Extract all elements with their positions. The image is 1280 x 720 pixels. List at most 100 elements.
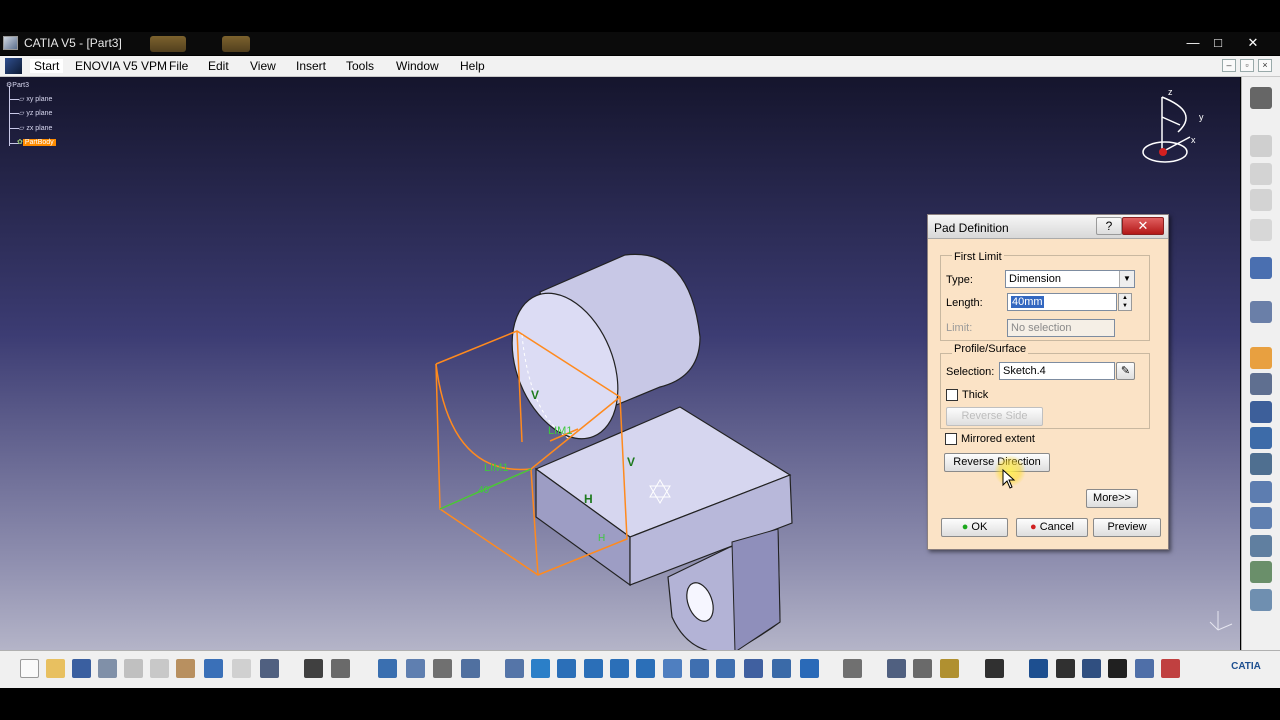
table-icon[interactable]: [378, 659, 397, 678]
inertia-icon[interactable]: [913, 659, 932, 678]
pad-icon[interactable]: [1250, 347, 1272, 369]
catia-app-icon: [3, 36, 18, 50]
zoom-out-icon[interactable]: [636, 659, 655, 678]
ok-button[interactable]: ● OK: [941, 518, 1008, 537]
menu-window[interactable]: Window: [396, 59, 439, 73]
cancel-label: Cancel: [1039, 521, 1074, 533]
menu-file[interactable]: File: [169, 59, 188, 73]
view-icon[interactable]: [1250, 163, 1272, 185]
rib-icon[interactable]: [1250, 481, 1272, 503]
catia-brand-icon: CATIA: [1226, 655, 1266, 679]
more-button[interactable]: More>>: [1086, 489, 1138, 508]
window-titlebar: CATIA V5 - [Part3] — □ ✕: [0, 32, 1280, 55]
iso-view-icon[interactable]: [716, 659, 735, 678]
open-icon[interactable]: [46, 659, 65, 678]
stiffener-icon[interactable]: [1250, 535, 1272, 557]
hole-icon[interactable]: [1250, 427, 1272, 449]
snap-icon[interactable]: [1108, 659, 1127, 678]
taskbar-thumbnail-icon: [150, 36, 186, 52]
mirrored-extent-checkbox[interactable]: [945, 433, 957, 445]
preview-button[interactable]: Preview: [1093, 518, 1161, 537]
axis-system-icon: [1209, 611, 1233, 631]
view-icon[interactable]: [1250, 219, 1272, 241]
pan-icon[interactable]: [557, 659, 576, 678]
constraint-icon[interactable]: [1161, 659, 1180, 678]
grid-icon[interactable]: [1135, 659, 1154, 678]
redo-icon[interactable]: [232, 659, 251, 678]
menu-view[interactable]: View: [250, 59, 276, 73]
swap-view-icon[interactable]: [800, 659, 819, 678]
slot-icon[interactable]: [1250, 507, 1272, 529]
menu-start[interactable]: Start: [30, 59, 64, 73]
cancel-button[interactable]: ● Cancel: [1016, 518, 1088, 537]
new-icon[interactable]: [20, 659, 39, 678]
knowledge-icon[interactable]: [331, 659, 350, 678]
select-arrow-icon[interactable]: [1250, 257, 1272, 279]
lug-side: [731, 528, 781, 650]
sketch-icon[interactable]: [1250, 301, 1272, 323]
sketch-edit-icon[interactable]: ✎: [1116, 362, 1135, 380]
shading-icon[interactable]: [744, 659, 763, 678]
print-icon[interactable]: [98, 659, 117, 678]
thick-checkbox[interactable]: [946, 389, 958, 401]
fillet-icon[interactable]: [1250, 589, 1272, 611]
lock-icon[interactable]: [433, 659, 452, 678]
hand-icon[interactable]: [1056, 659, 1075, 678]
dialog-close-button[interactable]: ✕: [1122, 217, 1164, 235]
normal-view-icon[interactable]: [663, 659, 682, 678]
menu-tools[interactable]: Tools: [346, 59, 374, 73]
fly-icon[interactable]: [505, 659, 524, 678]
fit-all-icon[interactable]: [531, 659, 550, 678]
menu-help[interactable]: Help: [460, 59, 485, 73]
undo-icon[interactable]: [204, 659, 223, 678]
mdi-close-button[interactable]: ×: [1258, 59, 1272, 72]
rotate-icon[interactable]: [584, 659, 603, 678]
help-button[interactable]: ?: [1096, 217, 1122, 235]
dialog-titlebar: Pad Definition ? ✕: [928, 215, 1168, 239]
paste-icon[interactable]: [176, 659, 195, 678]
refresh-icon[interactable]: [1029, 659, 1048, 678]
mdi-minimize-button[interactable]: –: [1222, 59, 1236, 72]
length-input[interactable]: 40mm: [1007, 293, 1117, 311]
save-icon[interactable]: [72, 659, 91, 678]
menu-enovia[interactable]: ENOVIA V5 VPM: [75, 59, 167, 73]
groove-icon[interactable]: [1250, 453, 1272, 475]
shaft-icon[interactable]: [1250, 401, 1272, 423]
selection-label: Selection:: [946, 366, 995, 378]
axis-icon[interactable]: [1082, 659, 1101, 678]
gear-icon[interactable]: [1250, 87, 1272, 109]
reverse-side-button: Reverse Side: [946, 407, 1043, 426]
lim1-label-b: LIM1: [548, 425, 572, 437]
selection-field[interactable]: Sketch.4: [999, 362, 1115, 380]
view-icon[interactable]: [1250, 135, 1272, 157]
h-constraint-2: H: [598, 533, 605, 544]
zoom-in-icon[interactable]: [610, 659, 629, 678]
menu-insert[interactable]: Insert: [296, 59, 326, 73]
lim1-label-a: LIM1: [484, 462, 508, 474]
cut-icon[interactable]: [124, 659, 143, 678]
navigate-icon[interactable]: [461, 659, 480, 678]
pocket-icon[interactable]: [1250, 373, 1272, 395]
material-icon[interactable]: [940, 659, 959, 678]
update-icon[interactable]: [843, 659, 862, 678]
view-icon[interactable]: [1250, 189, 1272, 211]
formula-icon[interactable]: [304, 659, 323, 678]
close-window-button[interactable]: ✕: [1238, 33, 1268, 53]
compass-icon: [1142, 96, 1191, 163]
maximize-button[interactable]: □: [1203, 33, 1233, 53]
mirrored-extent-label: Mirrored extent: [961, 433, 1035, 445]
hide-show-icon[interactable]: [772, 659, 791, 678]
capture-icon[interactable]: [985, 659, 1004, 678]
whats-this-icon[interactable]: [260, 659, 279, 678]
dialog-title: Pad Definition: [934, 221, 1009, 235]
multi-view-icon[interactable]: [690, 659, 709, 678]
measure-icon[interactable]: [887, 659, 906, 678]
menu-edit[interactable]: Edit: [208, 59, 229, 73]
loft-icon[interactable]: [1250, 561, 1272, 583]
copy-icon[interactable]: [150, 659, 169, 678]
length-spinner[interactable]: ▲ ▼: [1118, 293, 1132, 311]
type-dropdown[interactable]: Dimension ▼: [1005, 270, 1135, 288]
cancel-icon: ●: [1030, 521, 1037, 533]
mdi-restore-button[interactable]: ▫: [1240, 59, 1254, 72]
tree-icon[interactable]: [406, 659, 425, 678]
